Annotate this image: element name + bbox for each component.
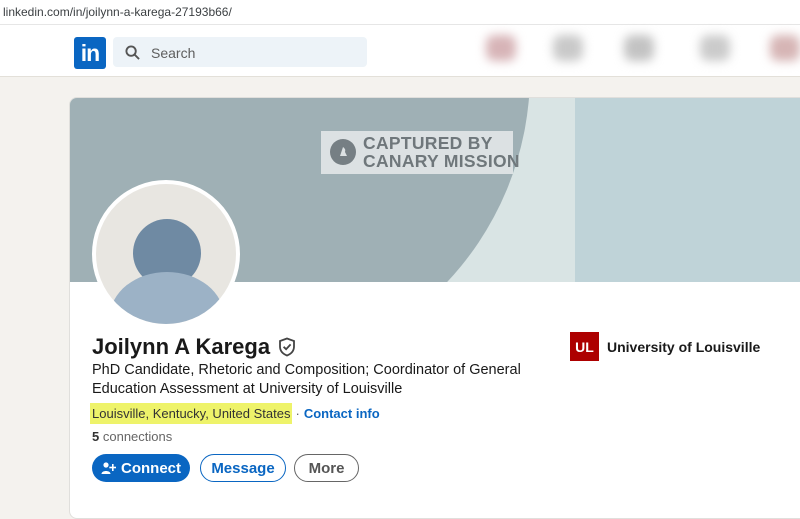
jobs-icon[interactable] — [624, 35, 654, 61]
message-button[interactable]: Message — [200, 454, 286, 482]
search-box[interactable] — [113, 37, 367, 69]
contact-info-link[interactable]: Contact info — [304, 406, 380, 421]
linkedin-logo[interactable]: in — [74, 37, 106, 69]
profile-name: Joilynn A Karega — [92, 334, 296, 360]
canary-bird-icon — [330, 139, 356, 165]
school-name: University of Louisville — [607, 338, 761, 355]
profile-card: CAPTURED BY CANARY MISSION Joilynn A Kar… — [69, 97, 800, 519]
watermark: CAPTURED BY CANARY MISSION — [321, 131, 520, 174]
top-nav: in — [0, 25, 800, 77]
profile-photo[interactable] — [92, 180, 240, 328]
location-text: Louisville, Kentucky, United States — [90, 403, 293, 424]
address-bar[interactable]: linkedin.com/in/joilynn-a-karega-27193b6… — [0, 0, 800, 25]
location-row: Louisville, Kentucky, United States · Co… — [90, 401, 380, 426]
messaging-icon[interactable] — [700, 35, 730, 61]
connections-count[interactable]: 5 connections — [92, 429, 172, 444]
more-button[interactable]: More — [294, 454, 359, 482]
verified-shield-icon[interactable] — [278, 337, 296, 357]
profile-headline: PhD Candidate, Rhetoric and Composition;… — [92, 362, 521, 397]
watermark-text: CAPTURED BY CANARY MISSION — [363, 133, 520, 171]
home-icon[interactable] — [486, 35, 516, 61]
university-logo: UL — [570, 332, 599, 361]
separator: · — [295, 406, 300, 421]
search-icon — [125, 45, 140, 60]
add-person-icon — [101, 462, 116, 474]
url-text: linkedin.com/in/joilynn-a-karega-27193b6… — [3, 5, 232, 19]
connect-button[interactable]: Connect — [92, 454, 190, 482]
network-icon[interactable] — [553, 35, 583, 61]
education-link[interactable]: UL University of Louisville — [570, 332, 760, 361]
notifications-icon[interactable] — [770, 35, 800, 61]
search-input[interactable] — [149, 37, 363, 69]
